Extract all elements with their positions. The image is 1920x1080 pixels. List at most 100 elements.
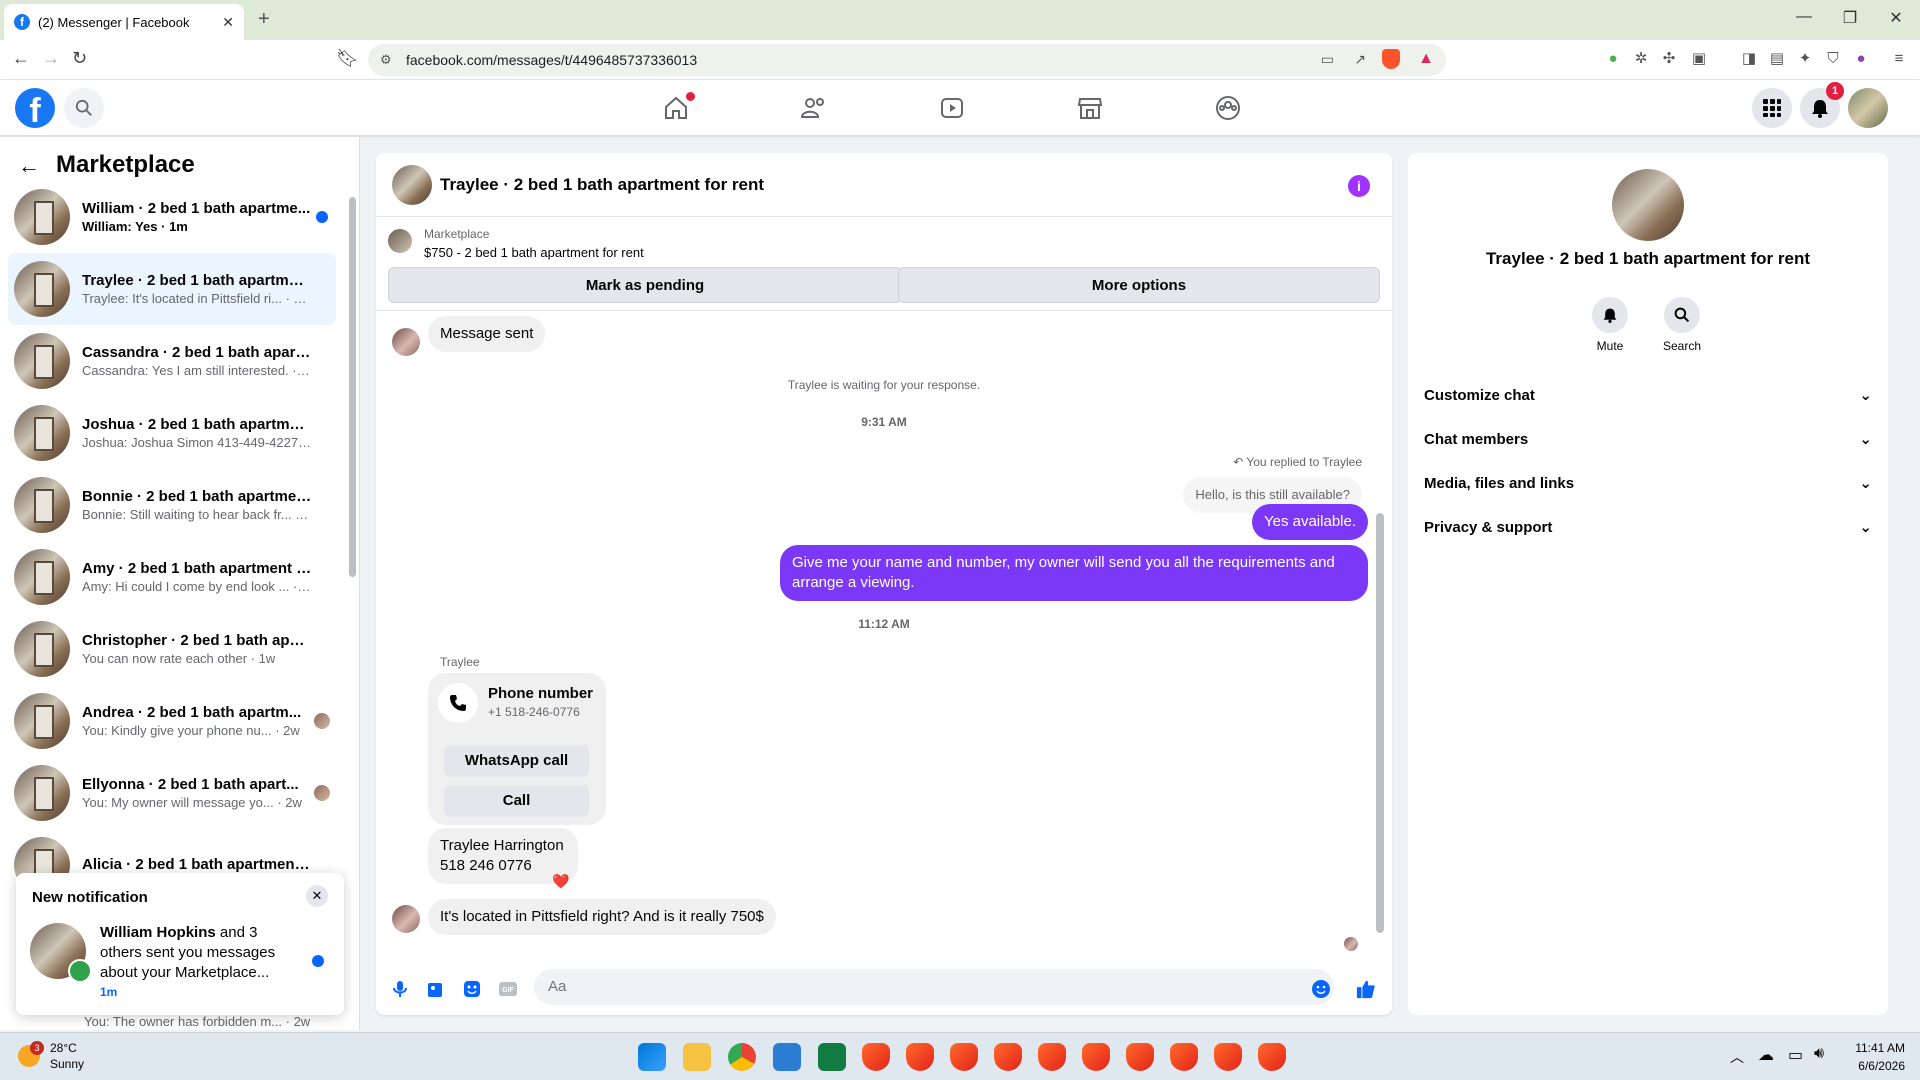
close-icon[interactable]: ✕ [306,885,328,907]
leo-icon[interactable]: ✦ [1796,50,1814,68]
new-tab-icon[interactable]: + [258,8,270,31]
gif-icon[interactable]: GIF [498,979,518,999]
listing-title[interactable]: $750 - 2 bed 1 bath apartment for rent [424,245,644,260]
screenshot-icon[interactable]: ▣ [1690,50,1708,68]
brave-browser-icon[interactable] [1126,1043,1154,1071]
back-icon[interactable]: ← [12,48,30,69]
network-icon[interactable]: ▭ [1788,1045,1803,1065]
conversation-item[interactable]: Cassandra · 2 bed 1 bath apartm... Cassan… [8,325,336,397]
customize-chat-section[interactable]: Customize chat ⌄ [1424,373,1872,417]
whatsapp-call-button[interactable]: WhatsApp call [444,745,589,777]
minimize-icon[interactable]: — [1784,8,1824,26]
contact-number-line: 518 246 0776 [440,857,532,874]
browser-tab[interactable]: f (2) Messenger | Facebook ✕ [4,4,244,40]
weather-temp: 28°C [50,1041,77,1055]
brave-browser-icon[interactable] [862,1043,890,1071]
menu-grid-icon[interactable] [1752,88,1792,128]
sticker-icon[interactable] [462,979,482,999]
emoji-icon[interactable] [1311,979,1331,999]
forward-icon[interactable]: → [42,48,60,69]
brave-browser-icon[interactable] [950,1043,978,1071]
notification-time: 1m [100,985,118,999]
notepad-icon[interactable] [773,1043,801,1071]
brave-browser-icon[interactable] [994,1043,1022,1071]
mute-label: Mute [1596,339,1624,353]
wallet-icon[interactable]: ▤ [1768,50,1786,68]
account-avatar[interactable] [1848,88,1888,128]
brave-browser-icon[interactable] [906,1043,934,1071]
extension-green-icon[interactable]: ● [1604,50,1622,68]
listing-avatar[interactable] [1612,169,1684,241]
onedrive-icon[interactable]: ☁ [1758,1045,1774,1065]
media-files-links-section[interactable]: Media, files and links ⌄ [1424,461,1872,505]
thumbs-up-icon[interactable] [1356,979,1376,999]
search-button[interactable]: Search [1652,297,1712,353]
reply-icon: ↶ [1233,455,1247,469]
bookmark-icon[interactable]: 🔖︎ [336,48,359,69]
sidebar-scrollbar[interactable] [349,197,356,577]
conversation-item[interactable]: Christopher · 2 bed 1 bath apart... You c… [8,613,336,685]
conversation-name: Alicia · 2 bed 1 bath apartment f... [82,855,312,873]
more-options-button[interactable]: More options [898,267,1380,303]
url-field[interactable]: ⚙ facebook.com/messages/t/44964857373360… [368,44,1446,76]
microphone-icon[interactable] [390,979,410,999]
privacy-support-section[interactable]: Privacy & support ⌄ [1424,505,1872,549]
search-icon[interactable] [64,88,104,128]
conversation-item[interactable]: Andrea · 2 bed 1 bath apartm... You: Kind… [8,685,336,757]
restore-icon[interactable]: ❐ [1830,8,1870,28]
chat-title[interactable]: Traylee · 2 bed 1 bath apartment for ren… [440,175,764,195]
chrome-icon[interactable] [728,1043,756,1071]
chat-avatar[interactable] [392,165,432,205]
conversation-item[interactable]: Amy · 2 bed 1 bath apartment fo... Amy: H… [8,541,336,613]
facebook-logo-icon[interactable]: f [15,88,55,130]
calendar-app-icon[interactable] [818,1043,846,1071]
conversation-item-selected[interactable]: Traylee · 2 bed 1 bath apartment... Trayl… [8,253,336,325]
menu-icon[interactable]: ≡ [1890,50,1908,68]
mark-as-pending-button[interactable]: Mark as pending [388,267,902,303]
brave-browser-icon[interactable] [1082,1043,1110,1071]
site-info-icon[interactable]: ⚙ [380,52,392,68]
conversation-item[interactable]: Ellyonna · 2 bed 1 bath apart... You: My … [8,757,336,829]
brave-rewards-icon[interactable]: ▲ [1418,50,1434,68]
start-icon[interactable] [638,1043,666,1071]
vpn-icon[interactable]: ⛉ [1824,50,1842,68]
conversation-item[interactable]: Bonnie · 2 bed 1 bath apartment... Bonnie… [8,469,336,541]
close-tab-icon[interactable]: ✕ [222,14,234,31]
file-explorer-icon[interactable] [683,1043,711,1071]
chat-members-section[interactable]: Chat members ⌄ [1424,417,1872,461]
extension-icon[interactable]: ✲ [1632,50,1650,68]
groups-icon[interactable] [1212,92,1244,124]
watch-icon[interactable] [936,92,968,124]
home-icon[interactable] [660,92,695,124]
photo-icon[interactable] [426,979,446,999]
conversation-item[interactable]: Joshua · 2 bed 1 bath apartment... Joshua… [8,397,336,469]
notifications-icon[interactable]: 1 [1800,82,1844,128]
brave-browser-icon[interactable] [1170,1043,1198,1071]
clock-date[interactable]: 6/6/2026 [1845,1059,1905,1073]
volume-icon[interactable]: 🔊︎ [1814,1045,1824,1063]
call-button[interactable]: Call [444,785,589,817]
brave-browser-icon[interactable] [1258,1043,1286,1071]
cast-icon[interactable]: ▭ [1321,51,1334,68]
mute-button[interactable]: Mute [1580,297,1640,353]
profile-icon[interactable]: ● [1852,50,1870,68]
share-icon[interactable]: ↗ [1354,51,1366,68]
puzzle-icon[interactable]: ✣ [1660,50,1678,68]
sidebar-icon[interactable]: ◨ [1740,50,1758,68]
brave-shield-icon[interactable] [1382,49,1400,69]
conversation-item[interactable]: William · 2 bed 1 bath apartme... William… [8,181,336,253]
marketplace-icon[interactable] [1074,92,1106,124]
close-window-icon[interactable]: ✕ [1876,8,1916,28]
reload-icon[interactable]: ↻ [72,48,87,69]
tray-chevron-icon[interactable]: ︿ [1730,1047,1744,1067]
info-icon[interactable]: i [1348,175,1370,197]
notification-popup[interactable]: New notification ✕ William Hopkins and 3… [16,873,344,1015]
brave-browser-icon[interactable] [1214,1043,1242,1071]
chat-scrollbar[interactable] [1376,513,1384,933]
clock-time[interactable]: 11:41 AM [1845,1041,1905,1055]
back-arrow-icon[interactable]: ← [18,153,40,179]
friends-icon[interactable] [798,92,830,124]
heart-reaction-icon[interactable]: ❤️ [552,873,569,890]
message-input[interactable] [534,969,1334,1005]
brave-browser-icon[interactable] [1038,1043,1066,1071]
